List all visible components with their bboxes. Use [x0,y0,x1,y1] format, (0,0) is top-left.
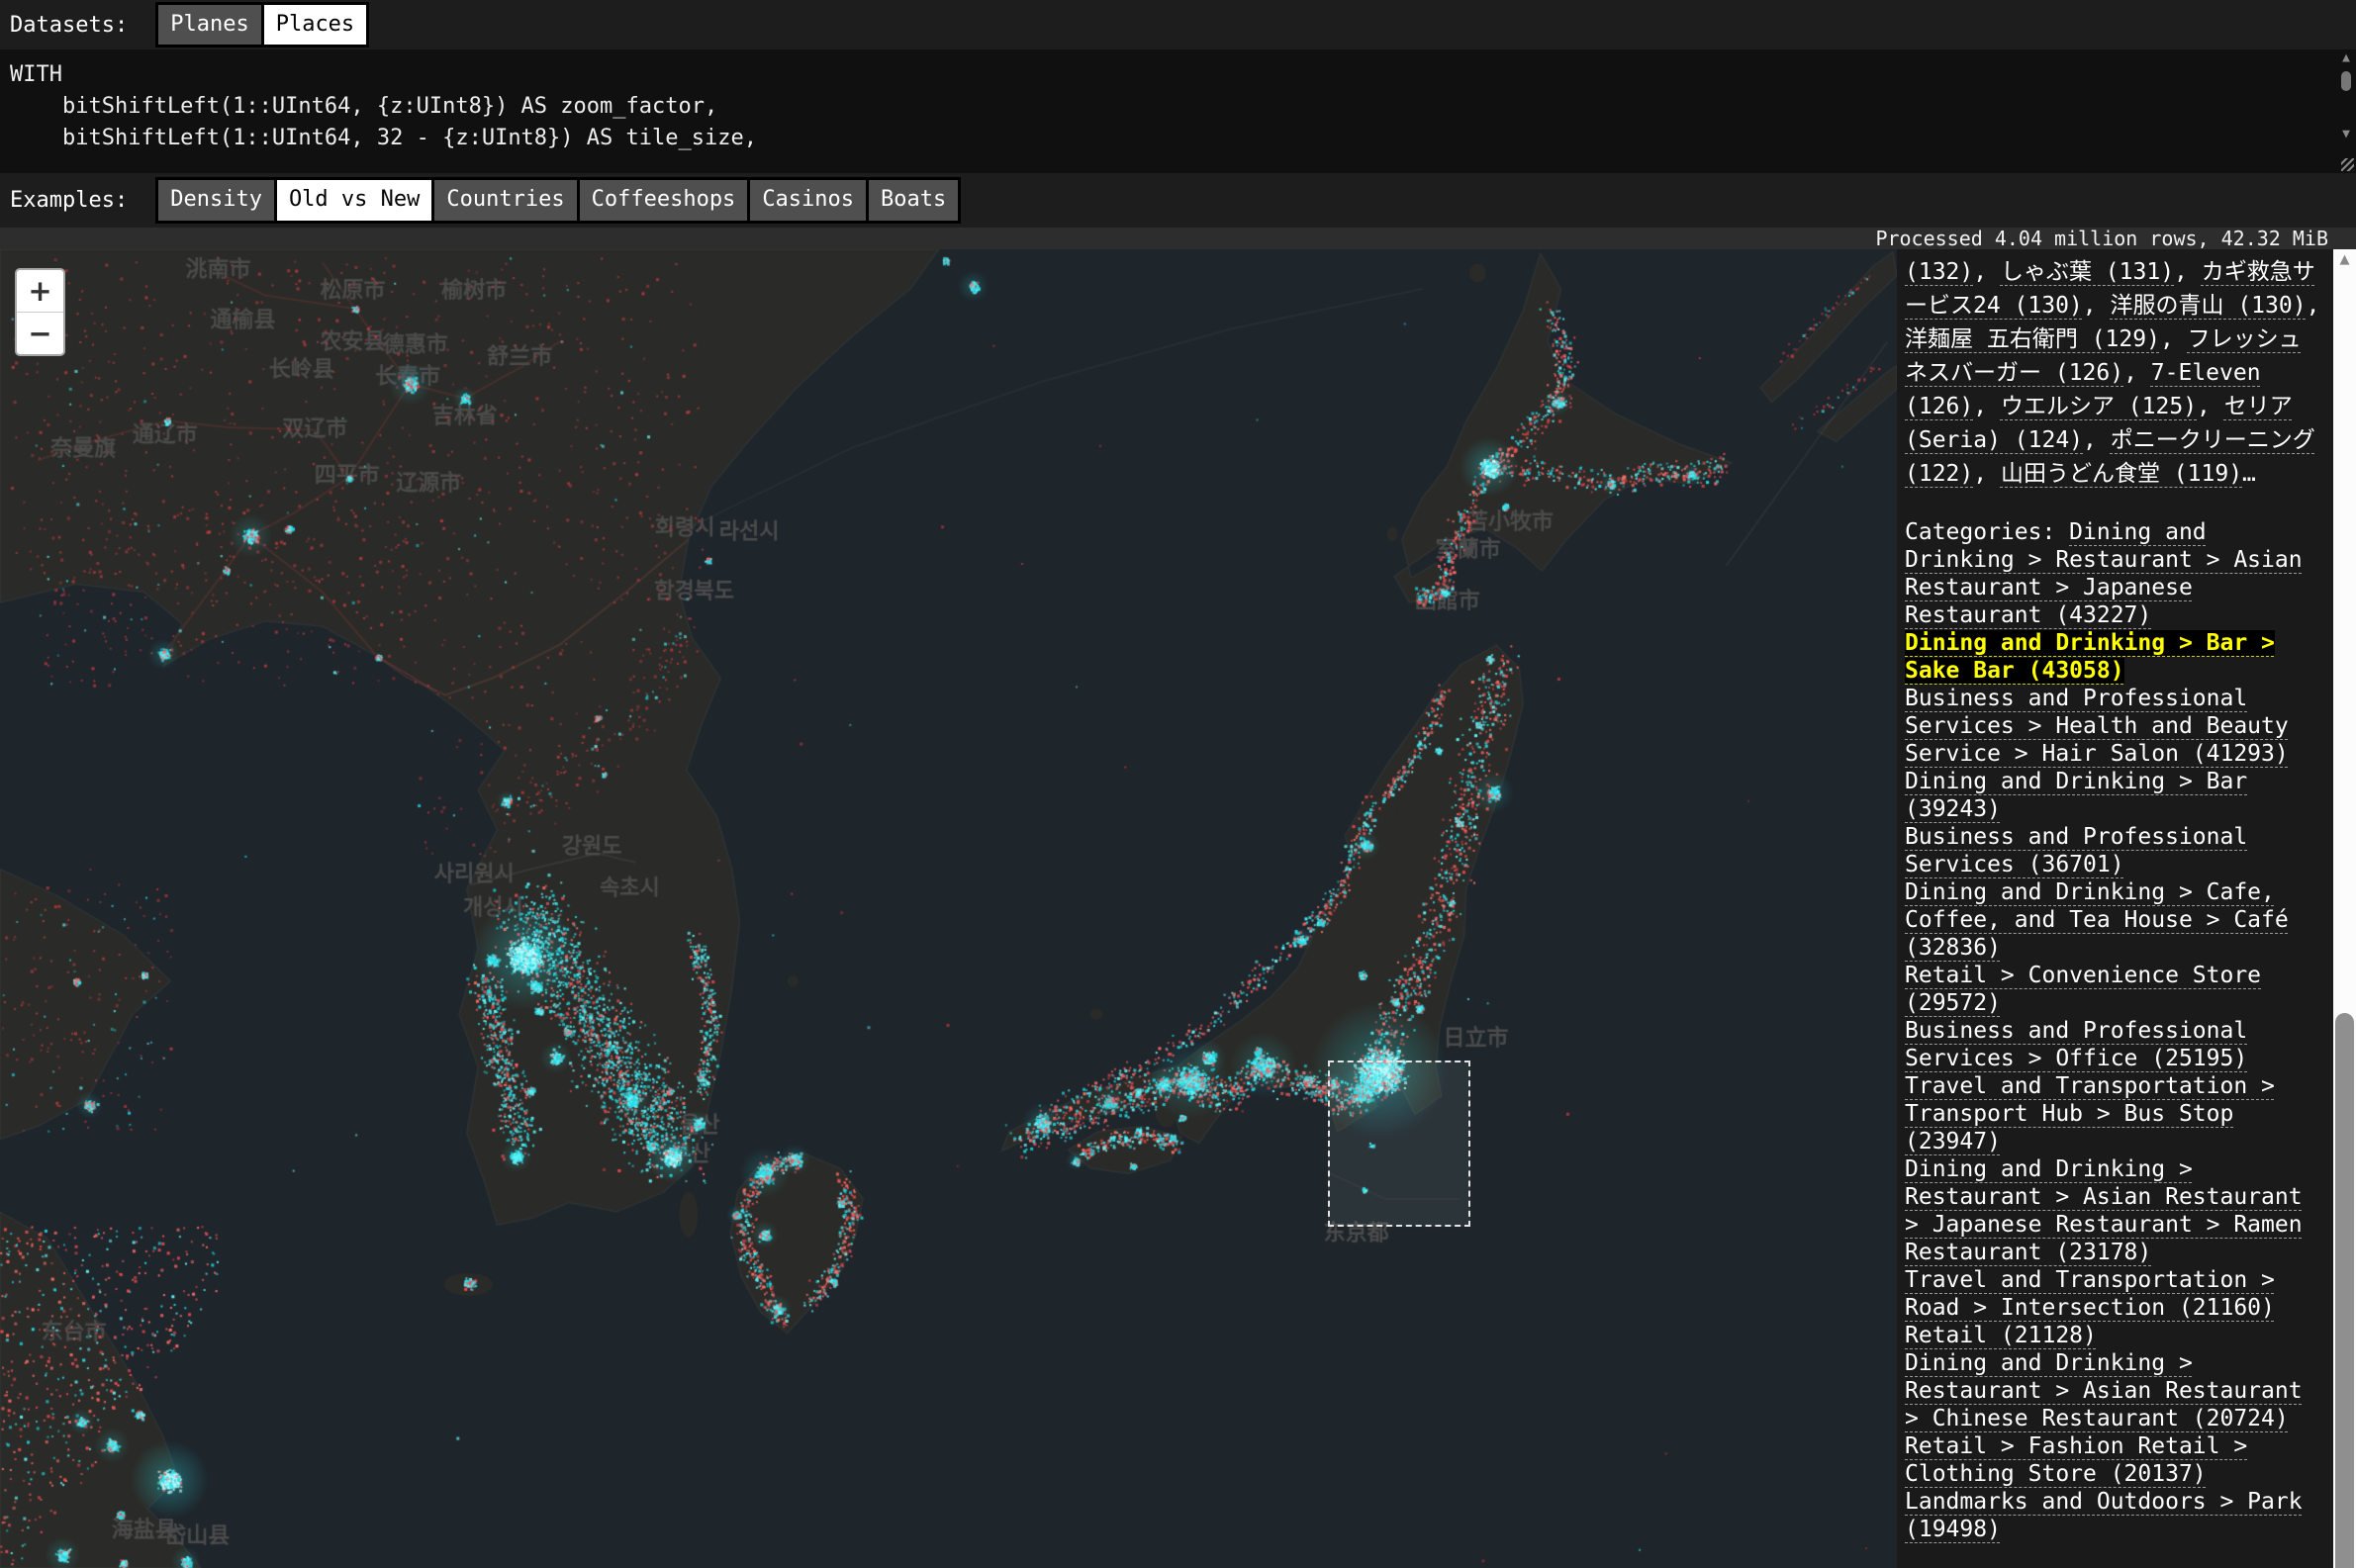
dataset-button-places[interactable]: Places [261,2,369,47]
examples-bar: Examples: DensityOld vs NewCountriesCoff… [0,173,2356,228]
example-button-countries[interactable]: Countries [431,177,579,223]
category-link[interactable]: Business and Professional Services (3670… [1905,824,2247,877]
category-link[interactable]: Dining and Drinking > Cafe, Coffee, and … [1905,879,2289,961]
zoom-out-button[interactable]: − [17,313,63,354]
category-link[interactable]: Travel and Transportation > Transport Hu… [1905,1073,2275,1154]
category-link[interactable]: Business and Professional Services > Hea… [1905,686,2289,767]
example-button-boats[interactable]: Boats [866,177,961,223]
category-link[interactable]: Retail > Convenience Store (29572) [1905,963,2261,1016]
map-canvas[interactable] [0,249,1897,1568]
editor-scroll-down-icon[interactable]: ▼ [2336,126,2356,143]
map[interactable]: + − [0,249,1897,1568]
brand-link[interactable]: (132) [1905,259,1973,285]
sidebar-scroll-thumb[interactable] [2335,1013,2354,1568]
brand-link[interactable]: 洋服の青山 (130) [2110,293,2306,319]
datasets-bar: Datasets: PlanesPlaces [0,0,2356,49]
sidebar-scrollbar[interactable]: ▲ [2333,249,2356,1568]
app-window: Datasets: PlanesPlaces WITH bitShiftLeft… [0,0,2356,1568]
editor-scrollbar[interactable]: ▲ ▼ [2336,49,2356,173]
main-area: + − (132), しゃぶ葉 (131), カギ救急サービス24 (130),… [0,249,2356,1568]
category-link[interactable]: Dining and Drinking > Bar (39243) [1905,769,2247,822]
brands-list: (132), しゃぶ葉 (131), カギ救急サービス24 (130), 洋服の… [1905,255,2323,491]
example-buttons: DensityOld vs NewCountriesCoffeeshopsCas… [155,177,961,223]
map-zoom-control: + − [15,268,65,356]
category-link-highlighted[interactable]: Dining and Drinking > Bar > Sake Bar (43… [1905,630,2275,684]
categories-list: Categories: Dining and Drinking > Restau… [1905,518,2323,1543]
query-stats-text: Processed 4.04 million rows, 42.32 MiB [1875,228,2328,249]
category-link[interactable]: Landmarks and Outdoors > Park (19498) [1905,1489,2303,1542]
categories-label: Categories: [1905,519,2069,545]
example-button-old-vs-new[interactable]: Old vs New [274,177,434,223]
brand-link[interactable]: ウエルシア (125) [2001,394,2197,419]
category-link[interactable]: Travel and Transportation > Road > Inter… [1905,1267,2275,1321]
editor-scroll-up-icon[interactable]: ▲ [2336,49,2356,67]
category-link[interactable]: Dining and Drinking > Restaurant > Asian… [1905,1350,2303,1431]
category-link[interactable]: Business and Professional Services > Off… [1905,1018,2247,1071]
examples-label: Examples: [10,188,128,213]
editor-scroll-thumb[interactable] [2341,71,2351,91]
sql-code[interactable]: WITH bitShiftLeft(1::UInt64, {z:UInt8}) … [0,49,2356,154]
example-button-coffeeshops[interactable]: Coffeeshops [577,177,751,223]
brand-link[interactable]: 洋麺屋 五右衛門 (129) [1905,326,2160,352]
brand-link[interactable]: しゃぶ葉 (131) [2001,259,2174,285]
editor-resize-grip[interactable] [2341,158,2354,171]
category-link[interactable]: Dining and Drinking > Restaurant > Asian… [1905,1156,2303,1265]
status-bar: Processed 4.04 million rows, 42.32 MiB [0,228,2356,249]
scroll-up-icon[interactable]: ▲ [2333,249,2356,271]
example-button-density[interactable]: Density [155,177,277,223]
category-link[interactable]: Retail > Fashion Retail > Clothing Store… [1905,1433,2247,1487]
datasets-label: Datasets: [10,13,128,38]
brand-link[interactable]: 山田うどん食堂 (119) [2001,461,2242,487]
results-panel: (132), しゃぶ葉 (131), カギ救急サービス24 (130), 洋服の… [1897,249,2333,1568]
dataset-buttons: PlanesPlaces [155,2,369,47]
example-button-casinos[interactable]: Casinos [747,177,869,223]
sql-editor[interactable]: WITH bitShiftLeft(1::UInt64, {z:UInt8}) … [0,49,2356,173]
dataset-button-planes[interactable]: Planes [155,2,263,47]
zoom-in-button[interactable]: + [17,270,63,313]
category-link[interactable]: Retail (21128) [1905,1323,2097,1348]
